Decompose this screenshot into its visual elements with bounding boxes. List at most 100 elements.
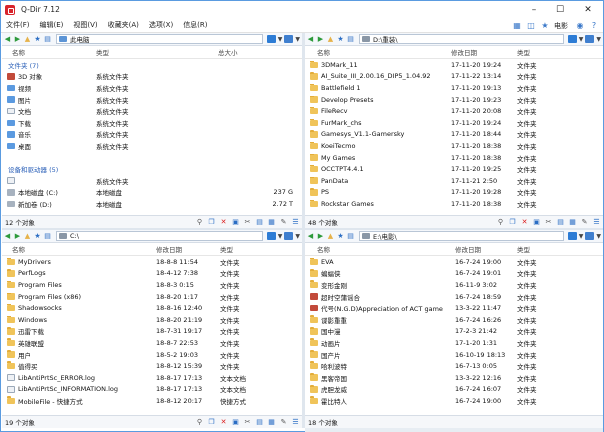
list-item[interactable]: 新加卷 (D:) 本地磁盘 2.72 T — [2, 198, 302, 210]
back-arrow-icon[interactable]: ◀ — [306, 35, 315, 44]
list-icon[interactable]: ☰ — [290, 417, 301, 427]
menu-options[interactable]: 选项(X) — [144, 20, 178, 30]
chevron-down-icon[interactable]: ▼ — [278, 233, 283, 240]
folder-view-icon[interactable] — [266, 35, 276, 43]
minimize-button[interactable]: – — [521, 1, 547, 18]
column-size[interactable]: 总大小 — [218, 47, 278, 57]
list-item[interactable]: 文档 系统文件夹 — [2, 105, 302, 117]
scissors-icon[interactable]: ✂ — [242, 417, 253, 427]
copy-icon[interactable]: ❐ — [507, 217, 518, 227]
column-name[interactable]: 名称 — [2, 47, 96, 57]
back-arrow-icon[interactable]: ◀ — [3, 35, 12, 44]
list-item[interactable]: My Games 17-11-20 18:38 文件夹 — [305, 152, 603, 164]
column-type[interactable]: 类型 — [517, 244, 577, 254]
column-date[interactable]: 修改日期 — [451, 47, 517, 57]
list-item[interactable]: 黑客帝国 13-3-22 12:16 文件夹 — [305, 372, 603, 384]
list-item[interactable]: Program Files 18-8-3 0:15 文件夹 — [2, 279, 302, 291]
menu-edit[interactable]: 编辑(E) — [35, 20, 69, 30]
filter-icon[interactable]: ⚲ — [194, 217, 205, 227]
list-item[interactable]: EVA 16-7-24 19:00 文件夹 — [305, 256, 603, 268]
list-item[interactable]: Windows 18-8-20 21:19 文件夹 — [2, 314, 302, 326]
chevron-down-icon[interactable]: ▼ — [579, 233, 584, 240]
chevron-down-icon[interactable]: ▼ — [596, 36, 601, 43]
list-item[interactable]: 3D 对象 系统文件夹 — [2, 71, 302, 83]
column-name[interactable]: 名称 — [305, 244, 455, 254]
list-item[interactable]: 蝙蝠侠 16-7-24 19:01 文件夹 — [305, 268, 603, 280]
list-item[interactable]: 用户 18-5-2 19:03 文件夹 — [2, 349, 302, 361]
star-icon[interactable]: ★ — [336, 232, 345, 241]
address-input[interactable]: D:\重装\ — [359, 34, 564, 44]
list-item[interactable]: 本地磁盘 (C:) 本地磁盘 237 G — [2, 187, 302, 199]
close-button[interactable]: ✕ — [573, 1, 603, 18]
list-item[interactable]: 动画片 17-1-20 1:31 文件夹 — [305, 337, 603, 349]
group-header-drives[interactable]: 设备和驱动器 (5) — [2, 163, 302, 175]
list-item[interactable]: Gamesys_V1.1-Gamersky 17-11-20 18:44 文件夹 — [305, 129, 603, 141]
list-icon[interactable]: ☰ — [591, 217, 602, 227]
view-icon[interactable]: ▤ — [346, 35, 355, 44]
forward-arrow-icon[interactable]: ▶ — [316, 35, 325, 44]
list-item[interactable]: 代号(N.G.D)Appreciation of ACT game 13-3-22… — [305, 302, 603, 314]
title-bar[interactable]: Q-Dir 7.12 – ☐ ✕ — [1, 1, 603, 18]
list-item[interactable]: 下载 系统文件夹 — [2, 117, 302, 129]
delete-x-icon[interactable]: ✕ — [218, 417, 229, 427]
monitor-icon[interactable] — [585, 232, 595, 240]
list-item[interactable]: 迅雷下载 18-7-31 19:17 文件夹 — [2, 326, 302, 338]
pen-icon[interactable]: ✎ — [278, 217, 289, 227]
list-item[interactable]: Develop Presets 17-11-20 19:23 文件夹 — [305, 94, 603, 106]
paste-icon[interactable]: ▤ — [254, 217, 265, 227]
list-item[interactable]: 变形金刚 16-11-9 3:02 文件夹 — [305, 279, 603, 291]
chevron-down-icon[interactable]: ▼ — [596, 233, 601, 240]
list-item[interactable]: MobileFile - 快捷方式 18-8-12 20:17 快捷方式 — [2, 395, 302, 407]
address-input[interactable]: C:\ — [56, 231, 263, 241]
column-date[interactable]: 修改日期 — [156, 244, 220, 254]
monitor-icon[interactable] — [585, 35, 595, 43]
up-arrow-icon[interactable]: ▲ — [23, 232, 32, 241]
forward-arrow-icon[interactable]: ▶ — [13, 232, 22, 241]
list-item[interactable]: 国产片 16-10-19 18:13 文件夹 — [305, 349, 603, 361]
view-icon[interactable]: ▦ — [266, 217, 277, 227]
scissors-icon[interactable]: ✂ — [543, 217, 554, 227]
list-item[interactable]: 图片 系统文件夹 — [2, 94, 302, 106]
chevron-down-icon[interactable]: ▼ — [579, 36, 584, 43]
address-input[interactable]: 此电脑 — [56, 34, 263, 44]
folder-view-icon[interactable] — [567, 232, 577, 240]
chevron-down-icon[interactable]: ▼ — [295, 36, 300, 43]
column-name[interactable]: 名称 — [2, 244, 156, 254]
list-item[interactable]: 3DMark_11 17-11-20 19:24 文件夹 — [305, 59, 603, 71]
pen-icon[interactable]: ✎ — [278, 417, 289, 427]
address-input[interactable]: E:\电影\ — [359, 231, 564, 241]
list-item[interactable]: 霍比特人 16-7-24 19:00 文件夹 — [305, 395, 603, 407]
delete-x-icon[interactable]: ✕ — [519, 217, 530, 227]
list-item[interactable]: LibAntiPrtSc_INFORMATION.log 18-8-17 17:1… — [2, 384, 302, 396]
help-icon[interactable]: ? — [589, 21, 599, 31]
column-type[interactable]: 类型 — [220, 244, 280, 254]
properties-icon[interactable]: ▣ — [230, 217, 241, 227]
list-item[interactable]: Shadowsocks 18-8-16 12:40 文件夹 — [2, 302, 302, 314]
view-icon[interactable]: ▤ — [43, 35, 52, 44]
menu-favorites[interactable]: 收藏夹(A) — [103, 20, 144, 30]
list-item[interactable]: 虎胆龙威 16-7-24 16:07 文件夹 — [305, 384, 603, 396]
forward-arrow-icon[interactable]: ▶ — [316, 232, 325, 241]
paste-icon[interactable]: ▤ — [555, 217, 566, 227]
list-item[interactable]: Program Files (x86) 18-8-20 1:17 文件夹 — [2, 291, 302, 303]
menu-file[interactable]: 文件(F) — [1, 20, 35, 30]
maximize-button[interactable]: ☐ — [547, 1, 573, 18]
column-name[interactable]: 名称 — [305, 47, 451, 57]
filter-icon[interactable]: ⚲ — [194, 417, 205, 427]
view-icon[interactable]: ▦ — [567, 217, 578, 227]
folder-view-icon[interactable] — [266, 232, 276, 240]
column-date[interactable]: 修改日期 — [455, 244, 517, 254]
layout-toggle-icon[interactable]: ◫ — [526, 21, 536, 31]
properties-icon[interactable]: ▣ — [531, 217, 542, 227]
list-item[interactable]: 超时空蒲谣合 16-7-24 18:59 文件夹 — [305, 291, 603, 303]
monitor-icon[interactable] — [284, 35, 294, 43]
up-arrow-icon[interactable]: ▲ — [23, 35, 32, 44]
star-icon[interactable]: ★ — [33, 35, 42, 44]
list-item[interactable]: FurMark_chs 17-11-20 19:24 文件夹 — [305, 117, 603, 129]
chevron-down-icon[interactable]: ▼ — [278, 36, 283, 43]
star-icon[interactable]: ★ — [336, 35, 345, 44]
list-item[interactable]: LibAntiPrtSc_ERROR.log 18-8-17 17:13 文本文档 — [2, 372, 302, 384]
list-item[interactable]: 桌面 系统文件夹 — [2, 140, 302, 152]
settings-icon[interactable]: ◉ — [575, 21, 585, 31]
list-item[interactable]: FileRecv 17-11-20 20:08 文件夹 — [305, 105, 603, 117]
